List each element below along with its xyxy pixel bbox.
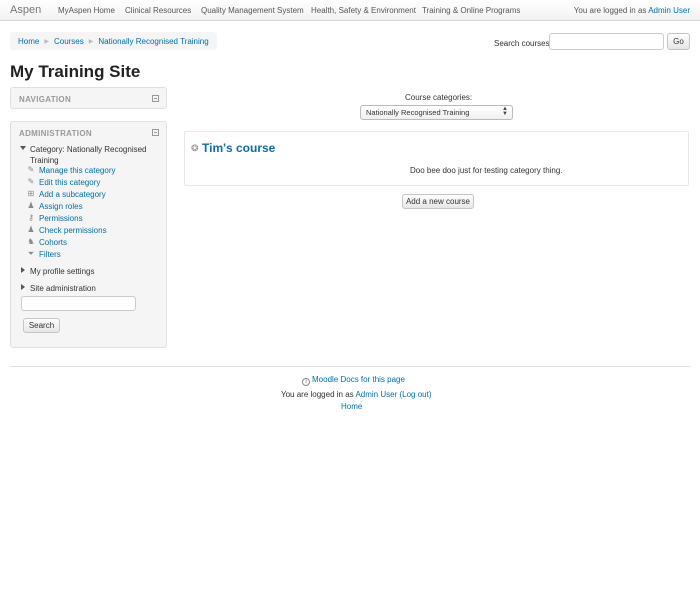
nav-item-clinical-resources[interactable]: Clinical Resources [125,6,191,15]
search-go-button[interactable]: Go [667,33,690,50]
add-icon: ⊞ [27,189,35,198]
selected-category: Nationally Recognised Training [366,108,470,117]
course-name-link[interactable]: Tim's course [202,141,275,155]
footer-divider [10,366,690,367]
footer-login-info: You are logged in as Admin User (Log out… [281,390,432,399]
collapse-icon[interactable] [152,129,159,136]
admin-search-input[interactable] [21,296,136,311]
search-courses-label: Search courses: [494,39,552,48]
course-categories-label: Course categories: [405,93,473,102]
footer-user-link[interactable]: Admin User [355,390,397,399]
course-categories-select[interactable]: Nationally Recognised Training ▲ ▼ [360,105,513,120]
nav-item-health-safety[interactable]: Health, Safety & Environment [311,6,416,15]
category-tree-label[interactable]: Category: Nationally Recognised Training [30,144,150,166]
moodle-docs-link-wrapper: i Moodle Docs for this page [302,375,405,386]
course-info-icon[interactable]: ❂ [191,143,199,154]
edit-category-link[interactable]: Edit this category [39,178,100,187]
admin-search-button[interactable]: Search [23,318,60,333]
collapse-icon[interactable] [152,95,159,102]
navbar-login-prefix: You are logged in as [573,6,647,15]
key-icon: ⚷ [28,213,34,222]
administration-block: ADMINISTRATION Category: Nationally Reco… [10,121,167,348]
breadcrumb-home[interactable]: Home [18,37,39,46]
course-card: ❂ Tim's course Doo bee doo just for test… [184,131,689,186]
collapsed-arrow-icon[interactable] [21,267,25,273]
breadcrumb-courses[interactable]: Courses [54,37,84,46]
site-administration-item[interactable]: Site administration [30,284,96,293]
top-navbar: Aspen MyAspen Home Clinical Resources Qu… [0,0,700,21]
nav-item-quality-management[interactable]: Quality Management System [201,6,304,15]
cohorts-link[interactable]: Cohorts [39,238,67,247]
footer-login-prefix: You are logged in as [281,390,354,399]
expanded-arrow-icon[interactable] [20,146,26,150]
user-check-icon: ♟ [27,225,35,234]
nav-item-training-programs[interactable]: Training & Online Programs [422,6,520,15]
add-new-course-button[interactable]: Add a new course [402,194,474,209]
profile-settings-item[interactable]: My profile settings [30,267,94,276]
add-subcategory-link[interactable]: Add a subcategory [39,190,106,199]
navigation-block: NAVIGATION [10,87,167,109]
manage-category-link[interactable]: Manage this category [39,166,116,175]
assign-roles-link[interactable]: Assign roles [39,202,83,211]
site-brand[interactable]: Aspen [10,4,41,16]
breadcrumb: Home ▶ Courses ▶ Nationally Recognised T… [10,32,217,50]
user-icon: ♟ [27,201,35,210]
filters-link[interactable]: Filters [39,250,61,259]
permissions-link[interactable]: Permissions [39,214,83,223]
cohort-icon: ♞ [27,237,35,246]
filter-icon: ⏷ [27,249,35,258]
select-arrows-icon: ▲ ▼ [502,106,508,117]
pencil-icon: ✎ [27,165,35,174]
breadcrumb-category[interactable]: Nationally Recognised Training [98,37,208,46]
pencil-icon: ✎ [27,177,35,186]
check-permissions-link[interactable]: Check permissions [39,226,107,235]
navigation-block-title[interactable]: NAVIGATION [19,95,71,104]
logout-link[interactable]: (Log out) [399,390,431,399]
administration-block-title[interactable]: ADMINISTRATION [19,129,92,138]
breadcrumb-separator-icon: ▶ [44,38,49,45]
breadcrumb-separator-icon: ▶ [88,38,94,45]
navbar-login-info: You are logged in as Admin User [574,6,690,15]
collapsed-arrow-icon[interactable] [21,284,25,290]
page-title: My Training Site [10,62,141,81]
nav-item-myaspen-home[interactable]: MyAspen Home [58,6,115,15]
footer-home-link[interactable]: Home [341,402,362,411]
info-icon: i [302,378,310,386]
moodle-docs-link[interactable]: Moodle Docs for this page [312,375,405,384]
course-summary: Doo bee doo just for testing category th… [410,166,563,175]
search-courses-input[interactable] [549,33,664,50]
navbar-user-link[interactable]: Admin User [648,6,690,15]
